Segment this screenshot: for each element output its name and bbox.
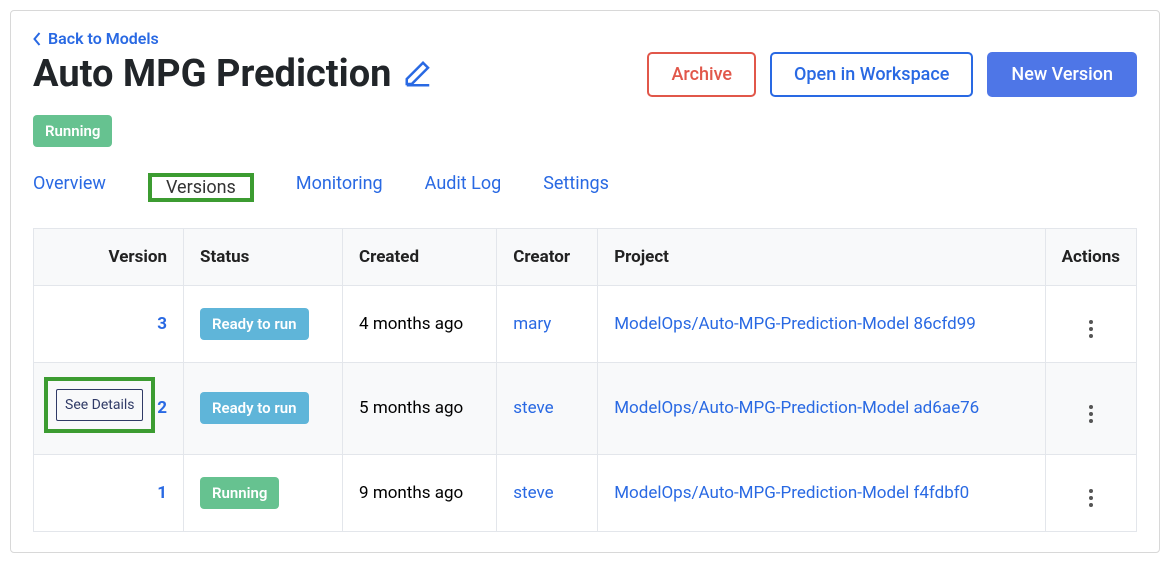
creator-link[interactable]: steve (513, 398, 553, 418)
tab-monitoring[interactable]: Monitoring (296, 173, 383, 202)
created-cell: 4 months ago (343, 285, 497, 362)
page-title: Auto MPG Prediction (33, 52, 391, 96)
project-link[interactable]: ModelOps/Auto-MPG-Prediction-Model 86cfd… (614, 314, 976, 334)
version-number[interactable]: 3 (34, 285, 184, 362)
versions-table: Version Status Created Creator Project A… (33, 228, 1137, 532)
edit-icon[interactable] (403, 59, 433, 89)
project-link[interactable]: ModelOps/Auto-MPG-Prediction-Model f4fdb… (614, 483, 969, 503)
archive-button[interactable]: Archive (647, 52, 756, 97)
col-status: Status (184, 228, 343, 285)
row-menu-icon[interactable] (1089, 320, 1093, 338)
table-row: 1 Running 9 months ago steve ModelOps/Au… (34, 454, 1137, 531)
col-creator: Creator (497, 228, 598, 285)
model-status-badge: Running (33, 115, 112, 147)
tab-settings[interactable]: Settings (543, 173, 609, 202)
table-row: 3 Ready to run 4 months ago mary ModelOp… (34, 285, 1137, 362)
status-badge: Running (200, 477, 279, 509)
created-cell: 5 months ago (343, 362, 497, 454)
project-link[interactable]: ModelOps/Auto-MPG-Prediction-Model ad6ae… (614, 398, 979, 418)
back-to-models-link[interactable]: Back to Models (33, 29, 159, 48)
col-created: Created (343, 228, 497, 285)
tab-versions[interactable]: Versions (152, 171, 250, 204)
creator-link[interactable]: mary (513, 314, 551, 334)
tabs: Overview Versions Monitoring Audit Log S… (33, 173, 1137, 202)
tab-audit-log[interactable]: Audit Log (425, 173, 502, 202)
new-version-button[interactable]: New Version (987, 52, 1137, 97)
open-in-workspace-button[interactable]: Open in Workspace (770, 52, 973, 97)
see-details-button[interactable]: See Details (56, 389, 143, 421)
row-menu-icon[interactable] (1089, 405, 1093, 423)
col-actions: Actions (1045, 228, 1136, 285)
version-number[interactable]: See Details 2 (34, 362, 184, 454)
status-badge: Ready to run (200, 392, 309, 424)
chevron-left-icon (33, 32, 42, 46)
created-cell: 9 months ago (343, 454, 497, 531)
highlight-see-details: See Details (44, 377, 155, 433)
back-link-label: Back to Models (48, 29, 159, 48)
version-number[interactable]: 1 (34, 454, 184, 531)
status-badge: Ready to run (200, 308, 309, 340)
col-project: Project (598, 228, 1045, 285)
tab-overview[interactable]: Overview (33, 173, 106, 202)
creator-link[interactable]: steve (513, 483, 553, 503)
highlight-versions-tab: Versions (148, 173, 254, 202)
row-menu-icon[interactable] (1089, 489, 1093, 507)
table-row: See Details 2 Ready to run 5 months ago … (34, 362, 1137, 454)
col-version: Version (34, 228, 184, 285)
main-panel: Back to Models Auto MPG Prediction Archi… (10, 10, 1160, 553)
